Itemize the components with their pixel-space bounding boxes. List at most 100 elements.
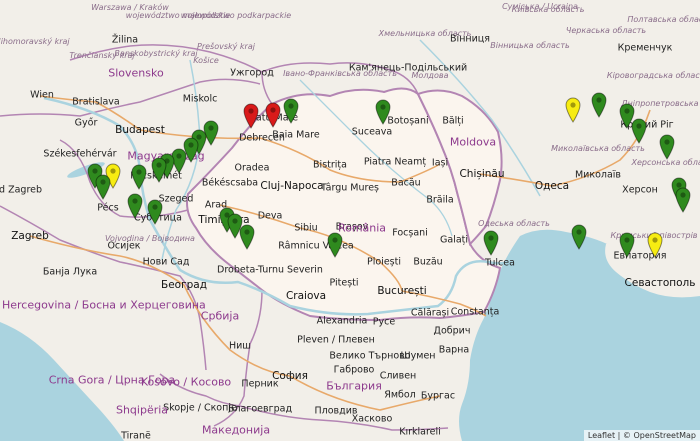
map-label-6: Banskobystrický kraj: [114, 49, 198, 58]
map-marker-pin-green[interactable]: [483, 230, 499, 256]
map-label-102: България: [326, 379, 382, 393]
map-canvas[interactable]: Warszawa / Kraków województwo małopolskie…: [0, 0, 700, 441]
map-label-113: Сумiська / Ucraina: [502, 2, 578, 11]
map-label-29: Suceava: [351, 126, 393, 138]
map-label-41: Oradea: [234, 162, 270, 174]
map-label-52: Bacău: [391, 177, 421, 189]
map-label-9: Slovensko: [108, 66, 164, 80]
map-marker-pin-yellow[interactable]: [565, 97, 581, 123]
map-label-37: Székesfehérvár: [43, 148, 117, 160]
map-label-90: Ниш: [228, 340, 252, 352]
map-label-46: Iași: [431, 157, 449, 169]
map-label-112: Tiranë: [121, 430, 151, 441]
map-attribution[interactable]: Leaflet | © OpenStreetMap: [583, 430, 700, 441]
map-label-88: Pleven / Плевен: [297, 334, 375, 346]
marker-pin-icon: [127, 193, 143, 219]
map-label-108: Хасково: [351, 413, 393, 425]
map-label-60: Deva: [257, 210, 283, 222]
map-label-16: Черкаська область: [565, 26, 647, 35]
map-marker-pin-green[interactable]: [127, 193, 143, 219]
map-label-79: Drobeta-Turnu Severin: [217, 264, 323, 276]
map-marker-pin-green[interactable]: [675, 187, 691, 213]
map-label-91: Русе: [372, 316, 396, 328]
map-marker-pin-green[interactable]: [659, 134, 675, 160]
map-label-35: Миколаївська область: [551, 144, 645, 153]
map-label-36: Херсонська область: [631, 158, 700, 167]
map-label-42: Békéscsaba: [201, 177, 259, 189]
map-marker-pin-green[interactable]: [151, 157, 167, 184]
marker-pin-icon: [327, 232, 343, 259]
marker-pin-icon: [591, 92, 607, 118]
map-label-93: Велико Търново: [329, 350, 411, 362]
map-label-25: Budapest: [115, 123, 165, 136]
marker-pin-icon: [147, 199, 163, 225]
map-label-65: Galați: [439, 234, 469, 246]
map-label-85: Călărași: [410, 307, 450, 319]
marker-pin-icon: [265, 102, 281, 128]
map-label-95: Шумен: [400, 350, 436, 362]
map-label-66: România: [337, 221, 387, 235]
marker-pin-icon: [243, 103, 259, 129]
map-marker-pin-green[interactable]: [95, 174, 111, 201]
map-label-8: Košice: [193, 56, 219, 65]
map-label-89: Србија: [200, 309, 240, 323]
map-label-44: Bistrița: [313, 159, 347, 171]
map-marker-pin-red[interactable]: [265, 102, 281, 128]
map-label-104: Бургас: [420, 390, 456, 402]
map-marker-pin-green[interactable]: [571, 224, 587, 250]
marker-pin-icon: [619, 232, 635, 258]
map-label-30: Bălți: [442, 115, 464, 127]
map-label-7: Prešovský kraj: [197, 42, 255, 51]
map-label-47: Chișinău: [459, 167, 505, 180]
map-label-53: Grad Zagreb: [0, 184, 43, 196]
map-marker-pin-green[interactable]: [631, 118, 647, 145]
marker-pin-icon: [375, 99, 391, 126]
map-marker-pin-green[interactable]: [147, 199, 163, 225]
map-label-21: Wien: [30, 89, 54, 101]
map-label-92: Добрич: [433, 325, 471, 337]
map-marker-pin-green[interactable]: [327, 232, 343, 259]
map-marker-pin-green[interactable]: [375, 99, 391, 126]
map-label-3: Jihomoravský kraj: [0, 37, 70, 46]
map-marker-pin-green[interactable]: [591, 92, 607, 118]
marker-pin-icon: [239, 224, 255, 250]
map-label-28: Botoșani: [387, 115, 429, 127]
map-label-22: Bratislava: [72, 96, 120, 108]
map-label-81: Београд: [161, 278, 207, 291]
marker-pin-icon: [565, 97, 581, 123]
map-label-84: Constanța: [450, 306, 500, 318]
map-marker-pin-green[interactable]: [619, 232, 635, 258]
map-label-20: Кам'янець-Подільський: [348, 62, 468, 74]
marker-pin-icon: [659, 134, 675, 160]
map-label-43: Cluj-Napoca: [260, 179, 324, 192]
map-label-105: Skopje / Скопје: [163, 402, 237, 414]
marker-pin-icon: [571, 224, 587, 250]
marker-pin-icon: [631, 118, 647, 145]
map-label-111: Македонија: [201, 423, 271, 437]
map-label-71: Tulcea: [485, 257, 515, 269]
map-label-99: Kosovo / Косово: [140, 375, 232, 389]
map-label-2: województwo podkarpackie: [180, 11, 292, 20]
map-marker-pin-green[interactable]: [131, 164, 147, 191]
map-label-23: Miskolc: [182, 93, 218, 105]
map-marker-pin-green[interactable]: [283, 98, 299, 125]
map-label-18: Кременчук: [617, 42, 673, 54]
map-label-24: Győr: [74, 117, 98, 129]
map-label-40: Debrecen: [239, 132, 285, 144]
map-label-106: Благоевград: [227, 403, 293, 415]
map-marker-pin-green[interactable]: [239, 224, 255, 250]
map-label-97: Сливен: [379, 370, 417, 382]
map-label-101: София: [272, 369, 308, 382]
map-label-58: Zagreb: [11, 229, 49, 242]
marker-pin-icon: [283, 98, 299, 125]
map-label-80: Севастополь: [624, 276, 696, 289]
map-label-54: Szeged: [158, 193, 194, 205]
map-label-4: Žilina: [111, 34, 139, 46]
map-marker-pin-yellow[interactable]: [647, 232, 663, 259]
map-label-83: București: [377, 284, 427, 297]
map-label-110: Kırklareli: [399, 426, 441, 438]
map-label-103: Ямбол: [384, 389, 416, 401]
map-label-86: Bosna i Hercegovina / Босна и Херцеговин…: [0, 298, 206, 312]
map-label-17: Полтавська область: [627, 15, 700, 24]
map-marker-pin-red[interactable]: [243, 103, 259, 129]
